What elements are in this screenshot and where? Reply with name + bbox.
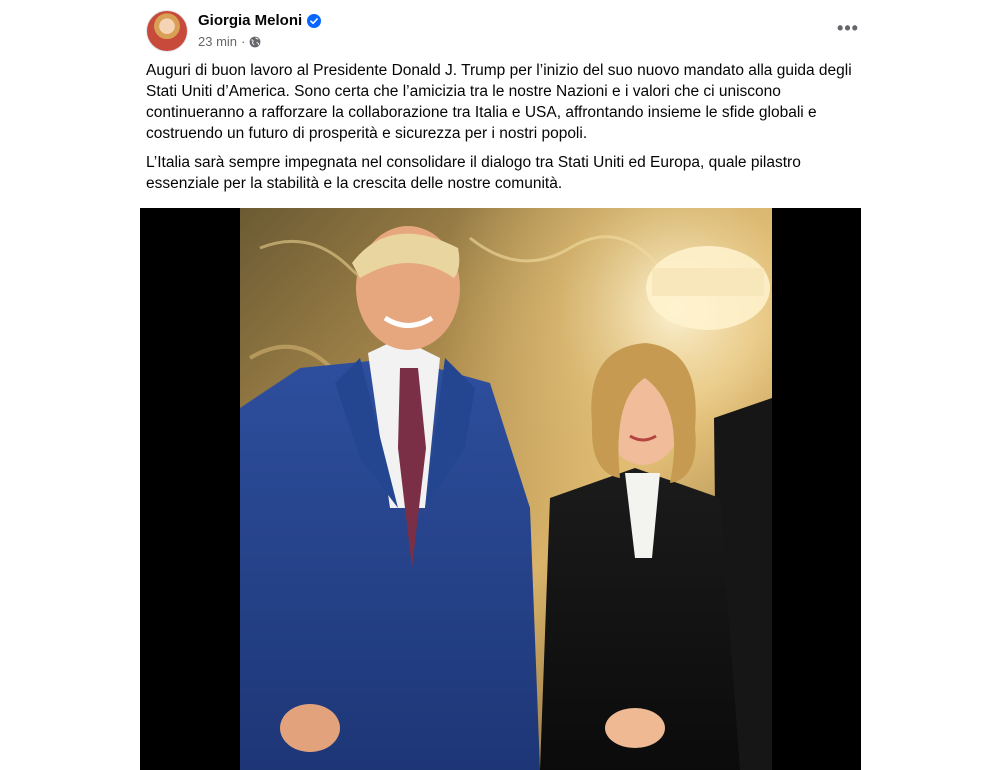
post-photo[interactable] [240, 208, 772, 770]
more-options-icon[interactable]: ••• [836, 18, 860, 38]
post-meta: 23 min · [198, 34, 261, 49]
post-photo-container[interactable] [140, 208, 861, 770]
post-header: Giorgia Meloni 23 min · ••• [146, 8, 860, 54]
post-paragraph-2: L’Italia sarà sempre impegnata nel conso… [146, 154, 801, 192]
verified-badge-icon [307, 13, 322, 28]
author-avatar[interactable] [146, 10, 188, 52]
post-card: Giorgia Meloni 23 min · ••• Auguri di bu… [0, 0, 1000, 770]
author-name[interactable]: Giorgia Meloni [198, 12, 302, 29]
post-timestamp[interactable]: 23 min [198, 34, 237, 49]
globe-icon[interactable] [249, 36, 261, 48]
meta-separator: · [241, 34, 246, 49]
author-name-row: Giorgia Meloni [198, 12, 322, 29]
post-text: Auguri di buon lavoro al Presidente Dona… [146, 60, 860, 202]
post-paragraph-1: Auguri di buon lavoro al Presidente Dona… [146, 62, 852, 142]
more-options-label: ••• [837, 18, 859, 38]
